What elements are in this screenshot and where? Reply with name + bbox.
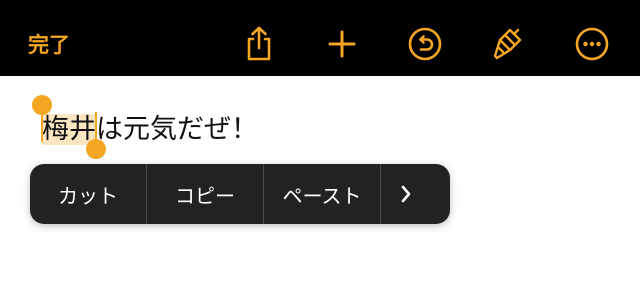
menu-more-button[interactable] [381,164,430,224]
undo-icon[interactable] [405,24,445,64]
document-text: は元気だぜ！ [96,114,258,145]
done-button[interactable]: 完了 [28,28,70,62]
more-icon[interactable] [572,24,612,64]
selected-text[interactable]: 梅井 [42,114,96,145]
add-icon[interactable] [322,24,362,64]
document-text-line[interactable]: 梅井は元気だぜ！ [42,112,258,148]
paintbrush-icon[interactable] [488,24,528,64]
share-icon[interactable] [239,24,279,64]
selection-end-handle[interactable] [86,139,106,159]
edit-context-menu: カット コピー ペースト [30,164,450,224]
chevron-right-icon [401,185,410,203]
selection-start-bar [41,110,43,142]
top-toolbar: 完了 [0,0,640,76]
copy-menu-item[interactable]: コピー [147,164,263,224]
paste-menu-item[interactable]: ペースト [264,164,380,224]
cut-menu-item[interactable]: カット [30,164,146,224]
